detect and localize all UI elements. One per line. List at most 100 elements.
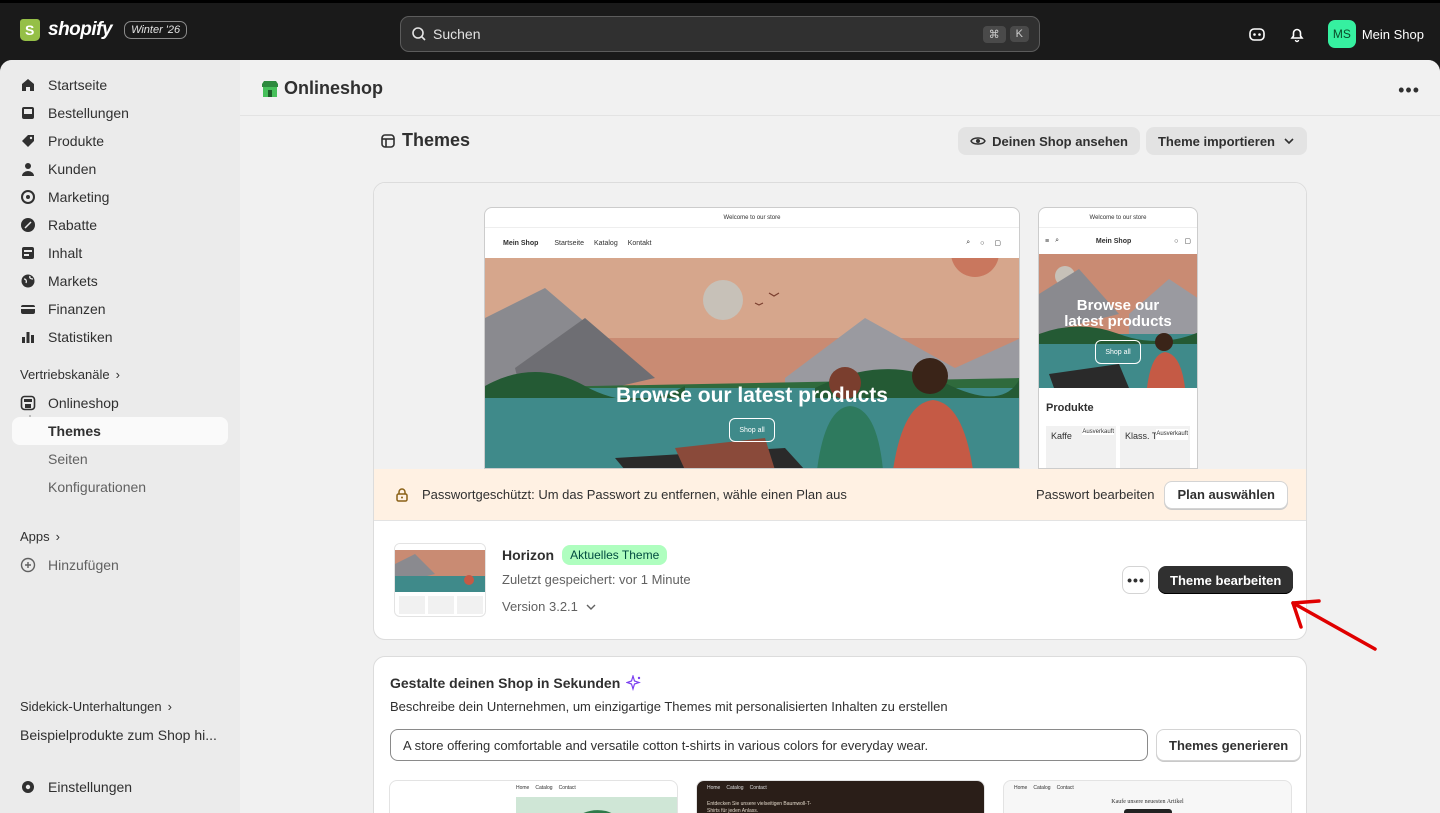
app-shell: Startseite Bestellungen Produkte Kunden … <box>0 60 1440 813</box>
sales-channels-heading[interactable]: Vertriebskanäle › <box>20 367 120 382</box>
view-shop-button[interactable]: Deinen Shop ansehen <box>958 127 1140 155</box>
preview-user-icon: ○ <box>980 239 985 247</box>
theme-version-text: Version 3.2.1 <box>502 599 578 614</box>
sidebar-item-finance[interactable]: Finanzen <box>12 295 228 323</box>
sidebar-label: Marketing <box>48 189 110 205</box>
apps-heading[interactable]: Apps › <box>20 529 60 544</box>
theme-preview[interactable]: Welcome to our store Mein Shop Startseit… <box>374 183 1306 469</box>
kbd-k: K <box>1009 26 1029 42</box>
edition-badge[interactable]: Winter '26 <box>124 21 188 39</box>
edit-password-link[interactable]: Passwort bearbeiten <box>1036 487 1155 502</box>
online-store-icon <box>262 80 278 97</box>
current-theme-card: Welcome to our store Mein Shop Startseit… <box>373 182 1307 640</box>
mini-nav: Home Catalog Contact <box>1014 785 1074 791</box>
theme-name-text: Horizon <box>502 547 555 563</box>
sidebar-item-add-app[interactable]: Hinzufügen <box>12 551 228 579</box>
sidekick-icon[interactable] <box>1248 25 1266 43</box>
current-theme-badge: Aktuelles Theme <box>562 545 668 565</box>
chevron-down-icon <box>1284 138 1294 145</box>
import-theme-button[interactable]: Theme importieren <box>1145 127 1307 155</box>
shopify-logo[interactable]: shopify Winter '26 <box>20 19 188 41</box>
mini-button <box>1124 809 1172 813</box>
gear-icon <box>20 779 36 795</box>
thumbnail-illustration <box>395 544 485 614</box>
generated-theme-preview[interactable]: Home Catalog Contact <box>389 780 678 813</box>
more-actions-icon[interactable]: ••• <box>1398 80 1420 101</box>
sidekick-conversation-item[interactable]: Beispielprodukte zum Shop hi... <box>20 727 217 743</box>
sidebar-label: Inhalt <box>48 245 83 261</box>
mini-nav: Home Catalog Contact <box>707 785 767 791</box>
sidebar-item-preferences[interactable]: Konfigurationen <box>48 473 146 501</box>
preview-menu-icon: ≡ <box>1045 237 1050 245</box>
sidebar-label: Onlineshop <box>48 395 119 411</box>
sidebar-item-content[interactable]: Inhalt <box>12 239 228 267</box>
sidebar-label: Startseite <box>48 77 108 93</box>
sidebar-label: Produkte <box>48 133 105 149</box>
generated-theme-preview[interactable]: Home Catalog Contact Kaufe unsere neuest… <box>1003 780 1292 813</box>
preview-nav-item: Startseite <box>554 239 584 247</box>
sidebar-item-products[interactable]: Produkte <box>12 127 228 155</box>
generated-theme-preview[interactable]: Home Catalog Contact Entdecken Sie unser… <box>696 780 985 813</box>
view-shop-label: Deinen Shop ansehen <box>992 133 1128 149</box>
import-theme-label: Theme importieren <box>1157 133 1275 149</box>
sidebar-item-themes[interactable]: Themes <box>12 417 228 445</box>
bell-icon[interactable] <box>1288 25 1306 43</box>
sidebar-item-settings[interactable]: Einstellungen <box>12 773 228 801</box>
sold-out-badge: Ausverkauft <box>1082 429 1114 435</box>
sidebar-label: Kunden <box>48 161 97 177</box>
mini-nav-item: Catalog <box>726 785 744 791</box>
sidebar-item-analytics[interactable]: Statistiken <box>12 323 228 351</box>
sidebar-item-marketing[interactable]: Marketing <box>12 183 228 211</box>
preview-shop-name: Mein Shop <box>1095 237 1132 245</box>
generate-themes-button[interactable]: Themes generieren <box>1156 729 1302 761</box>
chevron-right-icon: › <box>115 367 120 382</box>
sidebar-label: Einstellungen <box>48 779 133 795</box>
mini-hero-illustration <box>583 810 612 813</box>
theme-thumbnail[interactable] <box>394 543 486 617</box>
store-name: Mein Shop <box>1361 26 1424 42</box>
search-placeholder: Suchen <box>433 26 481 42</box>
announcement-bar: Welcome to our store <box>485 208 1019 228</box>
sidebar-item-customers[interactable]: Kunden <box>12 155 228 183</box>
theme-version-dropdown[interactable]: Version 3.2.1 <box>502 599 596 614</box>
choose-plan-button[interactable]: Plan auswählen <box>1164 480 1288 509</box>
sidekick-heading[interactable]: Sidekick-Unterhaltungen › <box>20 699 172 714</box>
bank-icon <box>20 301 36 317</box>
preview-nav-mobile: ≡ ⌕ Mein Shop ○ ▢ <box>1039 228 1197 254</box>
page-title: Onlineshop <box>260 78 383 99</box>
store-menu[interactable]: MS Mein Shop <box>1327 20 1424 48</box>
theme-actions-button[interactable]: ••• <box>1122 566 1150 594</box>
avatar: MS <box>1327 20 1356 48</box>
sidebar-item-pages[interactable]: Seiten <box>48 445 88 473</box>
preview-nav-item: Kontakt <box>627 239 652 247</box>
sidebar-label: Hinzufügen <box>48 557 119 573</box>
sparkle-icon <box>626 675 642 691</box>
search-bar[interactable]: Suchen ⌘ K <box>400 16 1040 52</box>
sidebar-item-markets[interactable]: Markets <box>12 267 228 295</box>
annotation-arrow-icon <box>1291 599 1377 651</box>
page-header: Onlineshop ••• <box>240 60 1440 116</box>
mini-nav-item: Home <box>1014 785 1028 791</box>
sidebar-item-online-store[interactable]: Onlineshop <box>12 389 228 417</box>
theme-name: Horizon Aktuelles Theme <box>502 545 668 565</box>
section-label-text: Sidekick-Unterhaltungen <box>20 699 162 714</box>
sidebar-label: Markets <box>48 273 98 289</box>
top-bar: shopify Winter '26 Suchen ⌘ K MS Mein Sh… <box>0 0 1440 60</box>
discount-icon <box>20 217 36 233</box>
mini-hero-text: Entdecken Sie unsere vielseitigen Baumwo… <box>707 801 812 813</box>
mini-nav-item: Home <box>516 785 530 791</box>
mini-hero-text: Kaufe unsere neuesten Artikel <box>1111 799 1184 805</box>
preview-nav-item: Katalog <box>593 239 618 247</box>
sidebar-item-discounts[interactable]: Rabatte <box>12 211 228 239</box>
chevron-down-icon <box>586 604 596 610</box>
sidebar-label: Rabatte <box>48 217 98 233</box>
sidebar-item-orders[interactable]: Bestellungen <box>12 99 228 127</box>
edit-theme-button[interactable]: Theme bearbeiten <box>1158 566 1294 594</box>
sidebar-label: Statistiken <box>48 329 113 345</box>
mini-nav-item: Home <box>707 785 721 791</box>
theme-icon <box>381 133 395 148</box>
business-description-input[interactable] <box>390 729 1148 761</box>
sidebar-item-home[interactable]: Startseite <box>12 71 228 99</box>
product-tile: Klass. T-Shirt Ausverkauft <box>1120 426 1190 468</box>
search-icon <box>412 27 426 41</box>
